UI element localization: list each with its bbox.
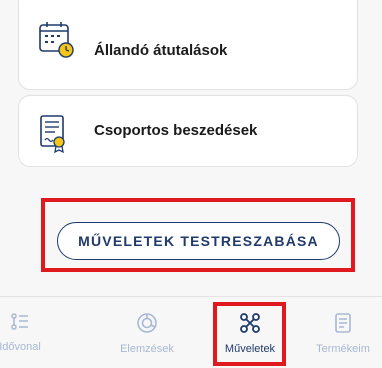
customize-operations-button[interactable]: MŰVELETEK TESTRESZABÁSA (57, 222, 340, 260)
analytics-icon (136, 312, 158, 339)
products-icon (333, 312, 353, 339)
standing-orders-label: Állandó átutalások (94, 42, 228, 59)
direct-debits-card[interactable]: Csoportos beszedések (18, 95, 358, 167)
nav-label-analytics: Elemzések (120, 343, 174, 355)
nav-item-analytics[interactable]: Elemzések (107, 312, 187, 355)
nav-item-operations[interactable]: Műveletek (210, 312, 290, 355)
nav-label-operations: Műveletek (224, 343, 276, 355)
nav-item-timeline[interactable]: Idővonal (0, 312, 60, 353)
timeline-icon (10, 312, 30, 337)
standing-orders-card[interactable]: Állandó átutalások (18, 0, 358, 90)
operations-icon (239, 312, 261, 339)
nav-label-products: Termékeim (316, 343, 370, 355)
document-badge-icon (37, 114, 73, 159)
direct-debits-label: Csoportos beszedések (94, 122, 258, 139)
nav-item-products[interactable]: Termékeim (303, 312, 382, 355)
nav-label-timeline: Idővonal (0, 341, 41, 353)
calendar-clock-icon (37, 19, 77, 66)
